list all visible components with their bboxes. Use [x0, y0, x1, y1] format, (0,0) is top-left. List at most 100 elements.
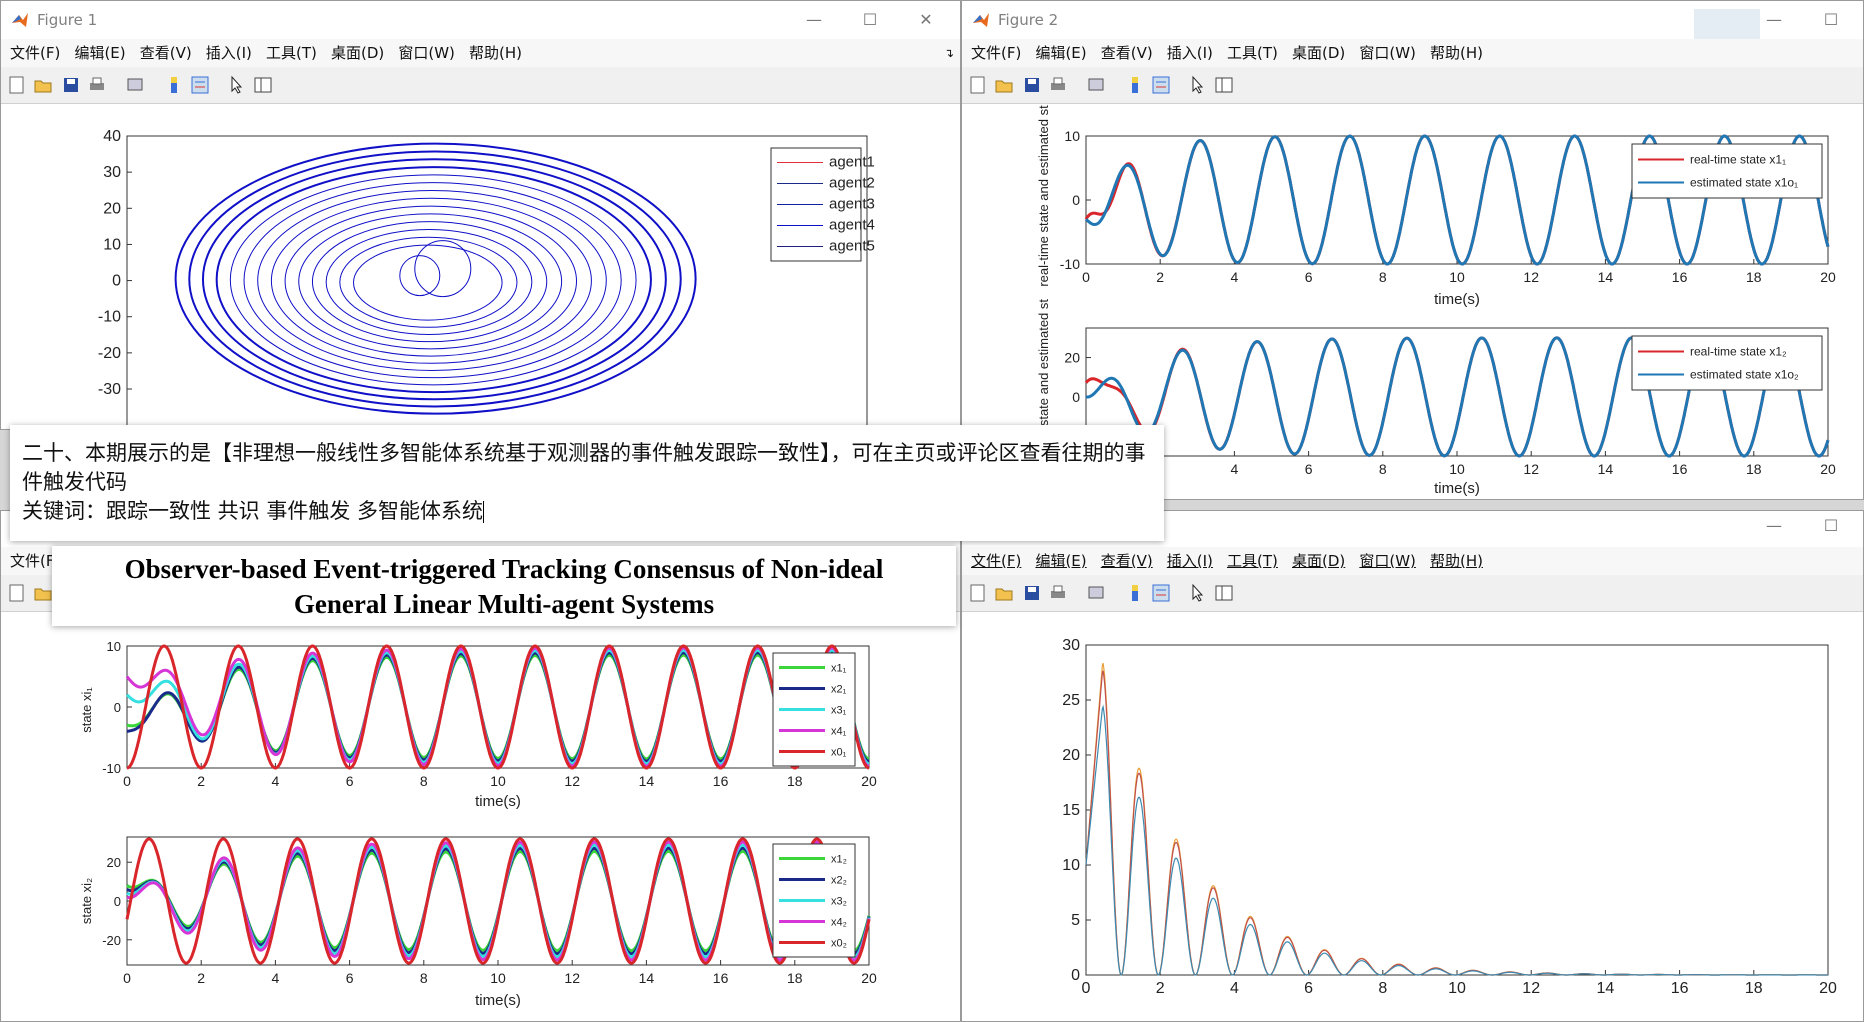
- menu-edit[interactable]: 编辑(E): [74, 39, 125, 67]
- y-tick-label: 10: [1062, 857, 1080, 874]
- menu-window[interactable]: 窗口(W): [1359, 39, 1416, 67]
- menu-view[interactable]: 查看(V): [140, 39, 192, 67]
- menu-help[interactable]: 帮助(H): [469, 39, 522, 67]
- y-tick-label: 25: [1062, 692, 1080, 709]
- menu-edit[interactable]: 编辑(E): [1035, 39, 1086, 67]
- property-editor-icon[interactable]: [1214, 75, 1234, 95]
- x-tick-label: 14: [1598, 461, 1614, 477]
- menu-view[interactable]: 查看(V): [1101, 39, 1153, 67]
- open-file-icon[interactable]: [33, 583, 53, 603]
- pointer-icon[interactable]: [1188, 583, 1208, 603]
- menu-insert[interactable]: 插入(I): [1167, 547, 1213, 575]
- x-axis-label: time(s): [1434, 480, 1480, 497]
- y-axis-label: state xi₁: [79, 687, 94, 733]
- legend-label: agent4: [829, 217, 875, 234]
- x-tick-label: 16: [713, 970, 729, 986]
- save-icon[interactable]: [1022, 75, 1042, 95]
- x-tick-label: 0: [1082, 269, 1090, 285]
- y-tick-label: 40: [103, 128, 121, 145]
- x-tick-label: 16: [1671, 980, 1689, 997]
- x-tick-label: 0: [123, 773, 131, 789]
- new-figure-icon[interactable]: [7, 583, 27, 603]
- maximize-button[interactable]: ☐: [850, 7, 890, 33]
- x-tick-label: 6: [1305, 269, 1313, 285]
- x-tick-label: 20: [1819, 980, 1837, 997]
- print-icon[interactable]: [1048, 583, 1068, 603]
- new-figure-icon[interactable]: [968, 583, 988, 603]
- print-icon[interactable]: [1048, 75, 1068, 95]
- save-icon[interactable]: [61, 75, 81, 95]
- property-editor-icon[interactable]: [1214, 583, 1234, 603]
- menu-view[interactable]: 查看(V): [1101, 547, 1153, 575]
- close-button[interactable]: ✕: [906, 7, 946, 33]
- y-tick-label: 20: [1064, 350, 1080, 366]
- print-icon[interactable]: [87, 75, 107, 95]
- menu-file[interactable]: 文件(F): [971, 547, 1021, 575]
- y-tick-label: -20: [98, 345, 121, 362]
- y-tick-label: 20: [107, 855, 121, 870]
- open-file-icon[interactable]: [994, 75, 1014, 95]
- figure4-window: — ☐ 文件(F) 编辑(E) 查看(V) 插入(I) 工具(T) 桌面(D) …: [961, 510, 1864, 1022]
- property-editor-icon[interactable]: [253, 75, 273, 95]
- maximize-button[interactable]: ☐: [1811, 7, 1851, 33]
- save-icon[interactable]: [1022, 583, 1042, 603]
- description-text: 二十、本期展示的是【非理想一般线性多智能体系统基于观测器的事件触发跟踪一致性】，…: [22, 441, 1146, 494]
- figure2-titlebar[interactable]: Figure 2 — ☐: [962, 1, 1863, 41]
- menu-insert[interactable]: 插入(I): [206, 39, 252, 67]
- new-figure-icon[interactable]: [7, 75, 27, 95]
- link-plot-icon[interactable]: [125, 75, 145, 95]
- phase-plot: 40 30 20 10 0 -10 -20 -30 agent1 agent2 agent3 agen…: [98, 128, 875, 429]
- menu-desktop[interactable]: 桌面(D): [1292, 39, 1345, 67]
- colorbar-icon[interactable]: [164, 75, 184, 95]
- minimize-button[interactable]: —: [1754, 513, 1794, 539]
- menu-tools[interactable]: 工具(T): [266, 39, 317, 67]
- menu-file[interactable]: 文件(F): [10, 39, 60, 67]
- menu-tools[interactable]: 工具(T): [1227, 39, 1278, 67]
- maximize-button[interactable]: ☐: [1811, 513, 1851, 539]
- menu-help[interactable]: 帮助(H): [1430, 547, 1483, 575]
- open-file-icon[interactable]: [33, 75, 53, 95]
- open-file-icon[interactable]: [994, 583, 1014, 603]
- colorbar-icon[interactable]: [1125, 583, 1145, 603]
- menu-desktop[interactable]: 桌面(D): [1292, 547, 1345, 575]
- x-tick-label: 4: [1231, 269, 1239, 285]
- y-tick-label: 0: [1072, 389, 1080, 405]
- x-tick-label: 8: [1379, 461, 1387, 477]
- legend-icon[interactable]: [1151, 583, 1171, 603]
- menu-window[interactable]: 窗口(W): [398, 39, 455, 67]
- minimize-button[interactable]: —: [794, 7, 834, 33]
- colorbar-icon[interactable]: [1125, 75, 1145, 95]
- pointer-icon[interactable]: [227, 75, 247, 95]
- y-tick-label: 30: [1062, 637, 1080, 654]
- legend-label: estimated state x1o₂: [1690, 368, 1799, 382]
- menu-desktop[interactable]: 桌面(D): [331, 39, 384, 67]
- y-tick-label: -10: [98, 309, 121, 326]
- y-tick-label: -20: [102, 933, 121, 948]
- minimize-button[interactable]: —: [1754, 7, 1794, 33]
- pointer-icon[interactable]: [1188, 75, 1208, 95]
- menu-edit[interactable]: 编辑(E): [1035, 547, 1086, 575]
- dock-arrow-icon[interactable]: ↴: [944, 39, 954, 67]
- menu-help[interactable]: 帮助(H): [1430, 39, 1483, 67]
- menu-file[interactable]: 文件(F: [10, 547, 54, 575]
- new-figure-icon[interactable]: [968, 75, 988, 95]
- link-plot-icon[interactable]: [1086, 75, 1106, 95]
- menu-insert[interactable]: 插入(I): [1167, 39, 1213, 67]
- menu-file[interactable]: 文件(F): [971, 39, 1021, 67]
- x-tick-label: 10: [490, 970, 506, 986]
- legend-label: x2₁: [831, 684, 847, 696]
- y-axis-label: e state and estimated st: [1036, 299, 1051, 437]
- legend-icon[interactable]: [190, 75, 210, 95]
- x-tick-label: 18: [1746, 269, 1762, 285]
- menu-tools[interactable]: 工具(T): [1227, 547, 1278, 575]
- legend-icon[interactable]: [1151, 75, 1171, 95]
- y-tick-label: 20: [103, 200, 121, 217]
- link-plot-icon[interactable]: [1086, 583, 1106, 603]
- x-tick-label: 0: [1082, 980, 1091, 997]
- menu-window[interactable]: 窗口(W): [1359, 547, 1416, 575]
- x-tick-label: 18: [1745, 980, 1763, 997]
- x-tick-label: 16: [1672, 461, 1688, 477]
- window-title: Figure 2: [998, 11, 1059, 29]
- x-tick-label: 8: [1379, 269, 1387, 285]
- figure1-titlebar[interactable]: Figure 1 — ☐ ✕: [1, 1, 960, 39]
